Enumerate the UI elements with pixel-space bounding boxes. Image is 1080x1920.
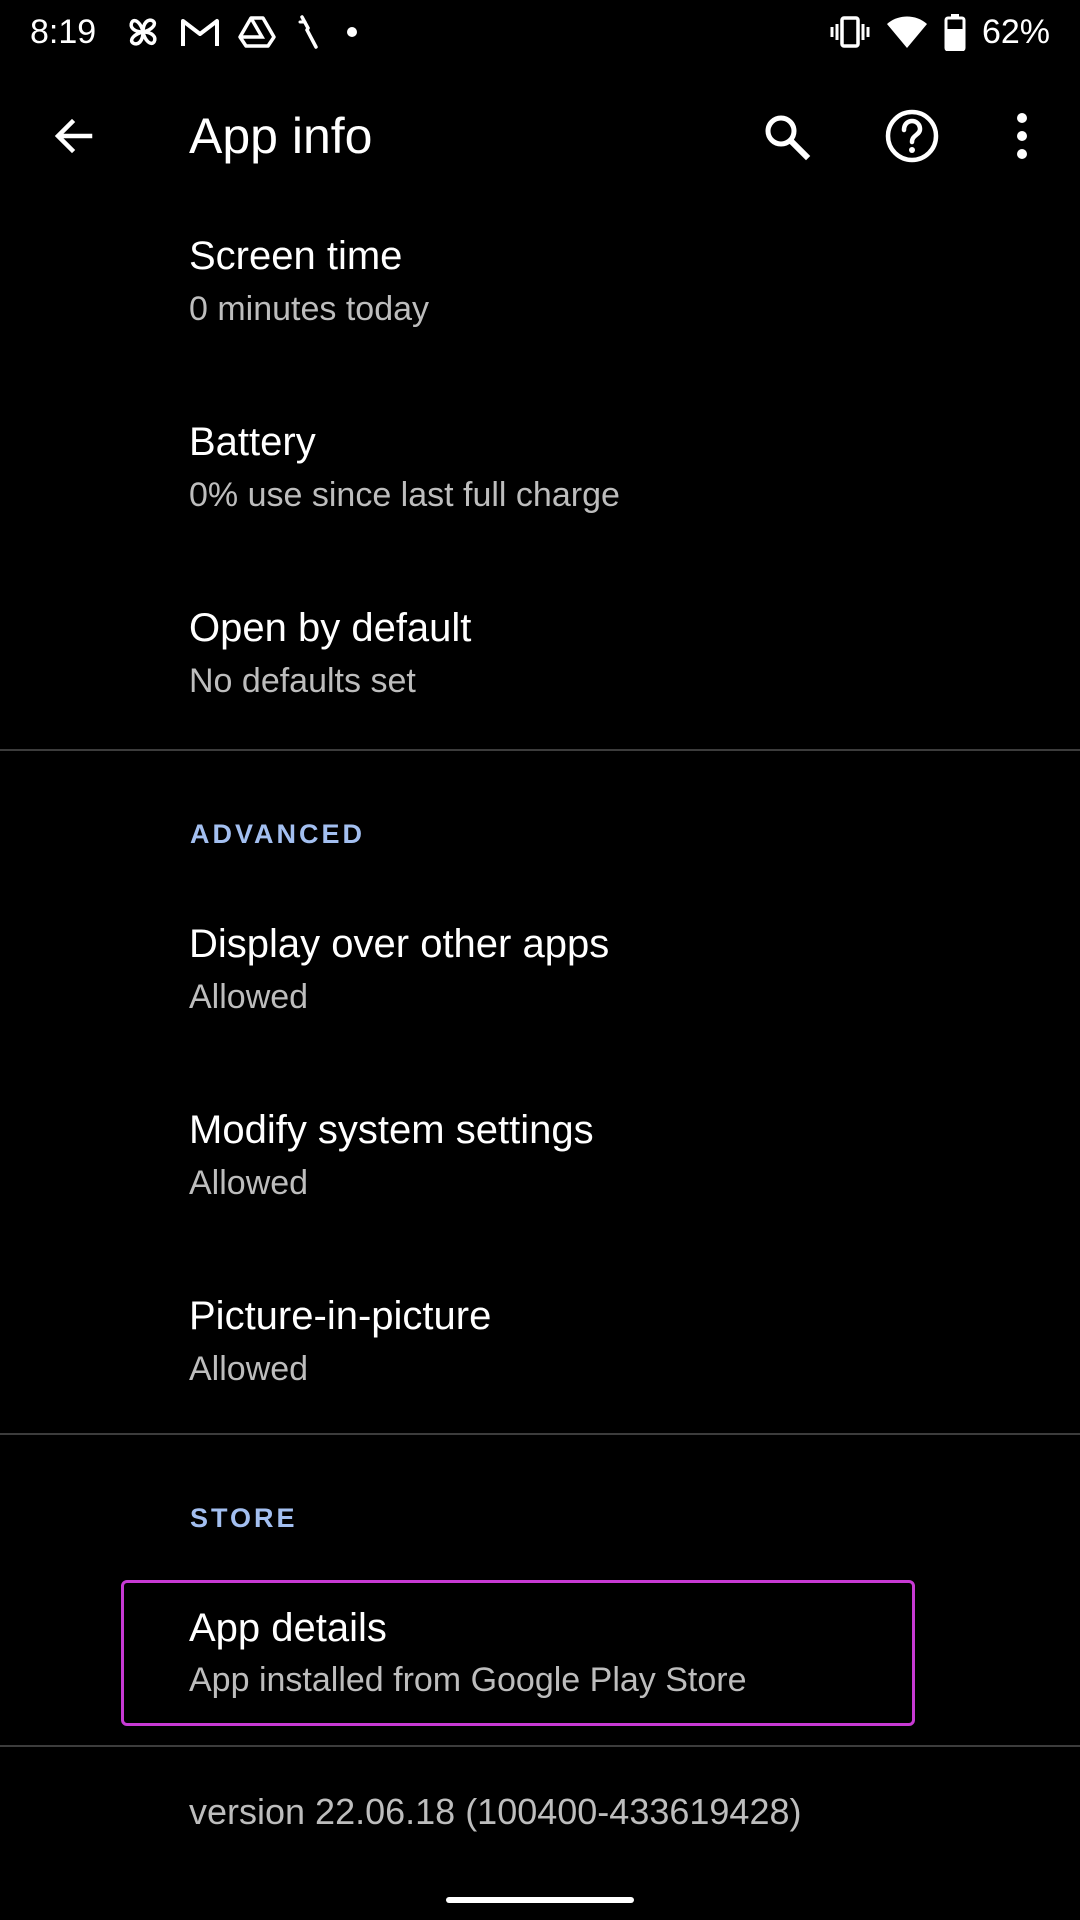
item-summary: No defaults set [189,662,416,700]
more-options-button[interactable] [986,100,1058,172]
app-bar: App info [0,80,1080,192]
wifi-icon [886,15,928,49]
item-summary: 0% use since last full charge [189,476,620,514]
advanced-section-header: ADVANCED [190,819,366,849]
feather-icon [294,14,324,50]
modify-system-settings-item[interactable]: Modify system settings Allowed [0,1066,1080,1252]
section-divider [0,749,1080,751]
more-vert-icon [1017,113,1027,159]
search-button[interactable] [750,100,822,172]
version-text: version 22.06.18 (100400-433619428) [189,1791,802,1832]
item-title: Modify system settings [189,1108,594,1152]
item-title: Picture-in-picture [189,1294,492,1338]
display-over-other-apps-item[interactable]: Display over other apps Allowed [0,880,1080,1066]
item-title: Screen time [189,234,403,278]
item-summary: Allowed [189,1164,309,1202]
dot-icon [342,22,362,42]
help-icon [885,109,939,163]
help-button[interactable] [876,100,948,172]
page-title: App info [189,108,373,164]
picture-in-picture-item[interactable]: Picture-in-picture Allowed [0,1252,1080,1438]
pinwheel-icon [124,13,162,51]
item-title: Battery [189,420,316,464]
search-icon [765,115,811,161]
item-summary: App installed from Google Play Store [189,1661,747,1699]
section-divider [0,1433,1080,1435]
battery-icon [944,13,966,51]
battery-item[interactable]: Battery 0% use since last full charge [0,384,1080,570]
status-time: 8:19 [30,13,97,51]
item-summary: 0 minutes today [189,290,430,328]
app-details-item[interactable]: App details App installed from Google Pl… [0,1562,1080,1742]
open-by-default-item[interactable]: Open by default No defaults set [0,570,1080,756]
vibrate-icon [830,15,870,49]
item-title: Display over other apps [189,922,610,966]
battery-percent: 62% [981,13,1050,51]
item-title: Open by default [189,606,472,650]
gesture-nav-handle[interactable] [446,1897,634,1903]
drive-icon [238,15,276,49]
notification-icons [124,12,362,52]
gmail-icon [180,16,220,48]
item-summary: Allowed [189,978,309,1016]
item-summary: Allowed [189,1350,309,1388]
back-button[interactable] [38,100,110,172]
back-icon [54,118,93,154]
item-title: App details [189,1606,387,1650]
footer-divider [0,1745,1080,1747]
screen-time-item[interactable]: Screen time 0 minutes today [0,198,1080,384]
system-status-icons: 62% [830,10,1050,54]
store-section-header: STORE [190,1503,298,1533]
status-bar: 8:19 62% [0,0,1080,64]
